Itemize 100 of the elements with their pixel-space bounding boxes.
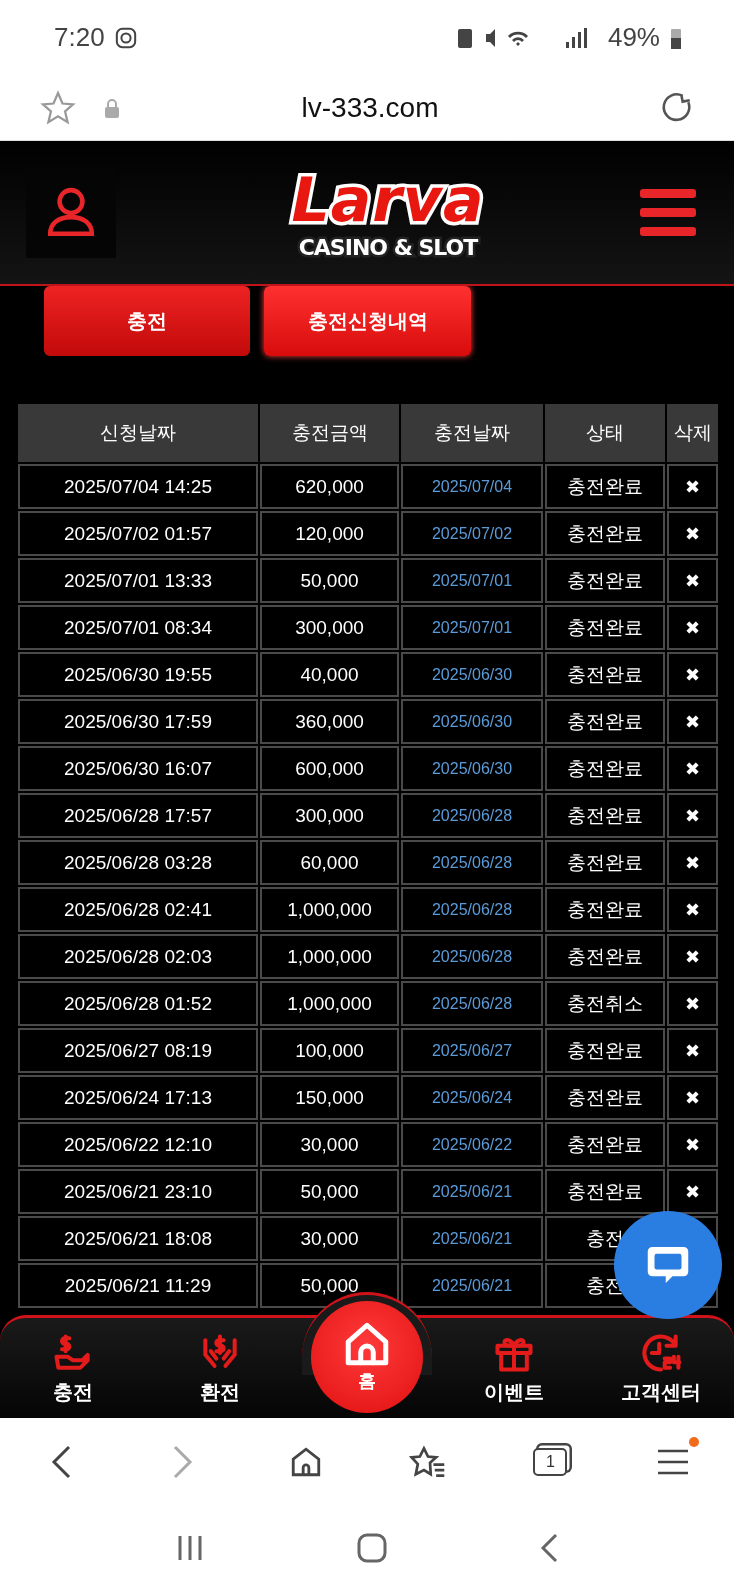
- delete-button[interactable]: ✖: [685, 522, 700, 545]
- table-cell: 2025/07/02 01:57: [18, 511, 258, 556]
- delete-button[interactable]: ✖: [685, 898, 700, 921]
- camera-app-icon: [114, 26, 137, 49]
- table-cell: 2025/06/21 18:08: [18, 1216, 258, 1261]
- table-cell: 충전완료: [545, 699, 665, 744]
- column-header: 신청날짜: [18, 404, 258, 462]
- table-cell: 1,000,000: [260, 887, 399, 932]
- table-cell: 2025/07/01: [401, 558, 543, 603]
- table-cell: 300,000: [260, 793, 399, 838]
- nav-item[interactable]: 고객센터: [587, 1331, 734, 1418]
- table-cell: 2025/06/21: [401, 1216, 543, 1261]
- table-cell: 2025/06/28 01:52: [18, 981, 258, 1026]
- column-header: 충전금액: [260, 404, 399, 462]
- table-cell: 충전완료: [545, 511, 665, 556]
- table-cell: 2025/06/30: [401, 652, 543, 697]
- table-cell: 2025/06/28: [401, 981, 543, 1026]
- delete-button[interactable]: ✖: [685, 804, 700, 827]
- delete-button[interactable]: ✖: [685, 1086, 700, 1109]
- delete-button[interactable]: ✖: [685, 475, 700, 498]
- logo-name: Larva: [291, 165, 485, 235]
- table-cell: 600,000: [260, 746, 399, 791]
- table-cell: 50,000: [260, 558, 399, 603]
- table-cell: 2025/06/28: [401, 887, 543, 932]
- menu-icon: [640, 188, 696, 237]
- table-cell: 2025/07/01 13:33: [18, 558, 258, 603]
- delete-button[interactable]: ✖: [685, 569, 700, 592]
- delete-button[interactable]: ✖: [685, 992, 700, 1015]
- table-cell: 2025/06/28: [401, 840, 543, 885]
- table-cell: 2025/06/28 17:57: [18, 793, 258, 838]
- table-cell: 2025/06/28 02:03: [18, 934, 258, 979]
- tab[interactable]: 충전신청내역: [264, 286, 471, 356]
- table-cell: 2025/06/30 16:07: [18, 746, 258, 791]
- table-cell: 충전완료: [545, 1075, 665, 1120]
- delete-button[interactable]: ✖: [685, 1180, 700, 1203]
- delete-button[interactable]: ✖: [685, 851, 700, 874]
- back-button[interactable]: [51, 1445, 72, 1479]
- lock-icon: [104, 97, 120, 118]
- delete-button[interactable]: ✖: [685, 663, 700, 686]
- table-cell: 30,000: [260, 1122, 399, 1167]
- table-cell: 2025/07/04 14:25: [18, 464, 258, 509]
- table-cell: 2025/06/22 12:10: [18, 1122, 258, 1167]
- table-cell: 40,000: [260, 652, 399, 697]
- table-cell: 2025/06/27: [401, 1028, 543, 1073]
- logo[interactable]: Larva CASINO & SLOT: [291, 165, 485, 260]
- menu-button[interactable]: [640, 188, 696, 237]
- table-cell: 2025/06/30: [401, 699, 543, 744]
- clock-time: 7:20: [54, 22, 105, 53]
- table-cell: 2025/06/30 17:59: [18, 699, 258, 744]
- back-icon[interactable]: [539, 1533, 558, 1563]
- delete-button[interactable]: ✖: [685, 945, 700, 968]
- nav-item[interactable]: 이벤트: [440, 1331, 588, 1418]
- nav-item[interactable]: 환전: [146, 1331, 294, 1418]
- table-cell: 30,000: [260, 1216, 399, 1261]
- delete-button[interactable]: ✖: [685, 1133, 700, 1156]
- table-cell: 충전완료: [545, 1028, 665, 1073]
- table-cell: 2025/06/21 11:29: [18, 1263, 258, 1308]
- table-cell: 300,000: [260, 605, 399, 650]
- recent-apps-icon[interactable]: [176, 1534, 205, 1562]
- table-cell: 충전완료: [545, 887, 665, 932]
- table-cell: 충전완료: [545, 558, 665, 603]
- table-cell: 2025/06/21 23:10: [18, 1169, 258, 1214]
- table-cell: 2025/06/21: [401, 1169, 543, 1214]
- table-cell: 2025/06/28 02:41: [18, 887, 258, 932]
- table-cell: 2025/06/22: [401, 1122, 543, 1167]
- logo-tagline: CASINO & SLOT: [298, 235, 478, 260]
- table-cell: 충전완료: [545, 652, 665, 697]
- delete-button[interactable]: ✖: [685, 757, 700, 780]
- table-cell: 2025/06/28 03:28: [18, 840, 258, 885]
- table-cell: 충전완료: [545, 1169, 665, 1214]
- delete-button[interactable]: ✖: [685, 710, 700, 733]
- delete-button[interactable]: ✖: [685, 1039, 700, 1062]
- table-cell: 충전취소: [545, 981, 665, 1026]
- table-cell: 620,000: [260, 464, 399, 509]
- delete-button[interactable]: ✖: [685, 616, 700, 639]
- table-cell: 2025/07/02: [401, 511, 543, 556]
- table-cell: 충전완료: [545, 934, 665, 979]
- table-cell: 충전완료: [545, 746, 665, 791]
- table-cell: 2025/06/21: [401, 1263, 543, 1308]
- table-cell: 1,000,000: [260, 934, 399, 979]
- table-cell: 2025/06/30 19:55: [18, 652, 258, 697]
- star-icon[interactable]: [40, 89, 76, 126]
- nav-item[interactable]: 충전: [0, 1331, 147, 1418]
- table-cell: 1,000,000: [260, 981, 399, 1026]
- table-cell: 2025/06/28: [401, 934, 543, 979]
- table-cell: 50,000: [260, 1169, 399, 1214]
- column-header: 삭제: [667, 404, 718, 462]
- table-cell: 120,000: [260, 511, 399, 556]
- table-cell: 충전완료: [545, 464, 665, 509]
- table-cell: 2025/06/24: [401, 1075, 543, 1120]
- table-cell: 충전완료: [545, 605, 665, 650]
- table-cell: 360,000: [260, 699, 399, 744]
- tab[interactable]: 충전: [44, 286, 250, 356]
- table-cell: 충전완료: [545, 1122, 665, 1167]
- home-button[interactable]: 홈: [311, 1301, 423, 1413]
- home-icon[interactable]: [357, 1533, 387, 1563]
- table-cell: 2025/06/24 17:13: [18, 1075, 258, 1120]
- table-cell: 100,000: [260, 1028, 399, 1073]
- table-cell: 150,000: [260, 1075, 399, 1120]
- table-cell: 2025/07/01 08:34: [18, 605, 258, 650]
